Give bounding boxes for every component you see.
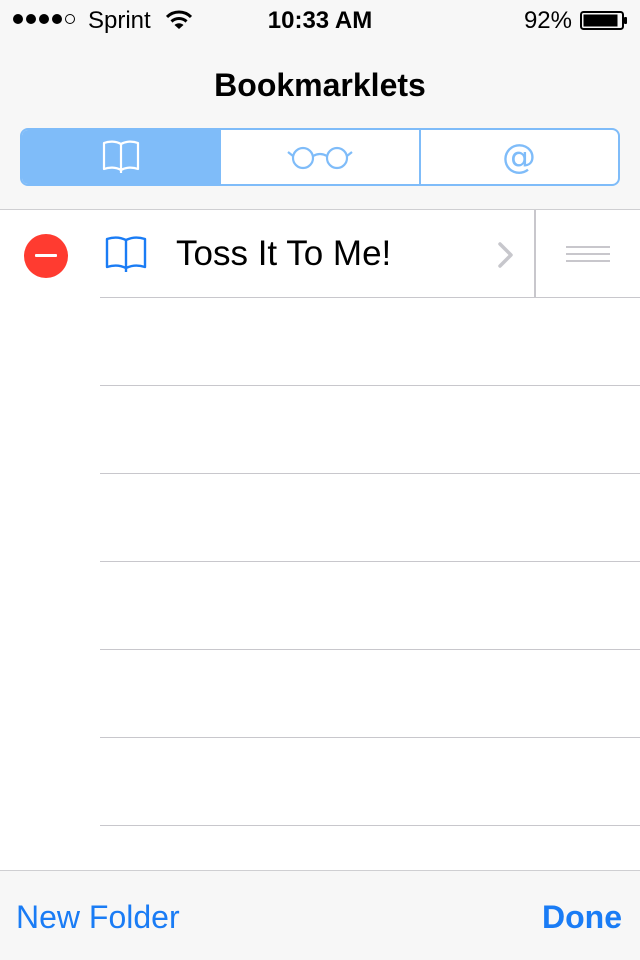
status-bar: Sprint 10:33 AM 92%: [0, 0, 640, 40]
reorder-handle-icon[interactable]: [566, 246, 610, 262]
list-item[interactable]: Toss It To Me!: [0, 210, 640, 298]
navigation-bar: Bookmarklets @: [0, 40, 640, 210]
new-folder-button[interactable]: New Folder: [16, 899, 180, 935]
empty-row: [0, 386, 640, 474]
empty-row: [0, 298, 640, 386]
svg-text:@: @: [502, 138, 536, 176]
book-icon: [102, 140, 139, 173]
at-sign-icon: @: [502, 138, 536, 176]
bookmark-list: Toss It To Me!: [0, 210, 640, 870]
row-divider: [100, 825, 640, 826]
book-icon: [105, 236, 147, 272]
battery-icon: [580, 11, 627, 30]
reorder-separator: [534, 210, 536, 298]
segment-shared-links[interactable]: @: [418, 130, 618, 184]
glasses-icon: [287, 146, 353, 170]
empty-row: [0, 738, 640, 826]
empty-row: [0, 562, 640, 650]
segment-reading-list[interactable]: [219, 130, 418, 184]
bookmark-title: Toss It To Me!: [176, 234, 392, 273]
empty-row: [0, 474, 640, 562]
bottom-toolbar: New Folder Done: [0, 870, 640, 960]
minus-circle-icon[interactable]: [24, 234, 68, 278]
battery-percentage: 92%: [523, 7, 572, 34]
page-title: Bookmarklets: [214, 67, 426, 103]
empty-row: [0, 650, 640, 738]
chevron-right-icon[interactable]: [496, 240, 516, 270]
bookmark-type-segmented-control: @: [20, 128, 620, 186]
done-button[interactable]: Done: [542, 899, 622, 935]
segment-bookmarks[interactable]: [22, 130, 220, 184]
